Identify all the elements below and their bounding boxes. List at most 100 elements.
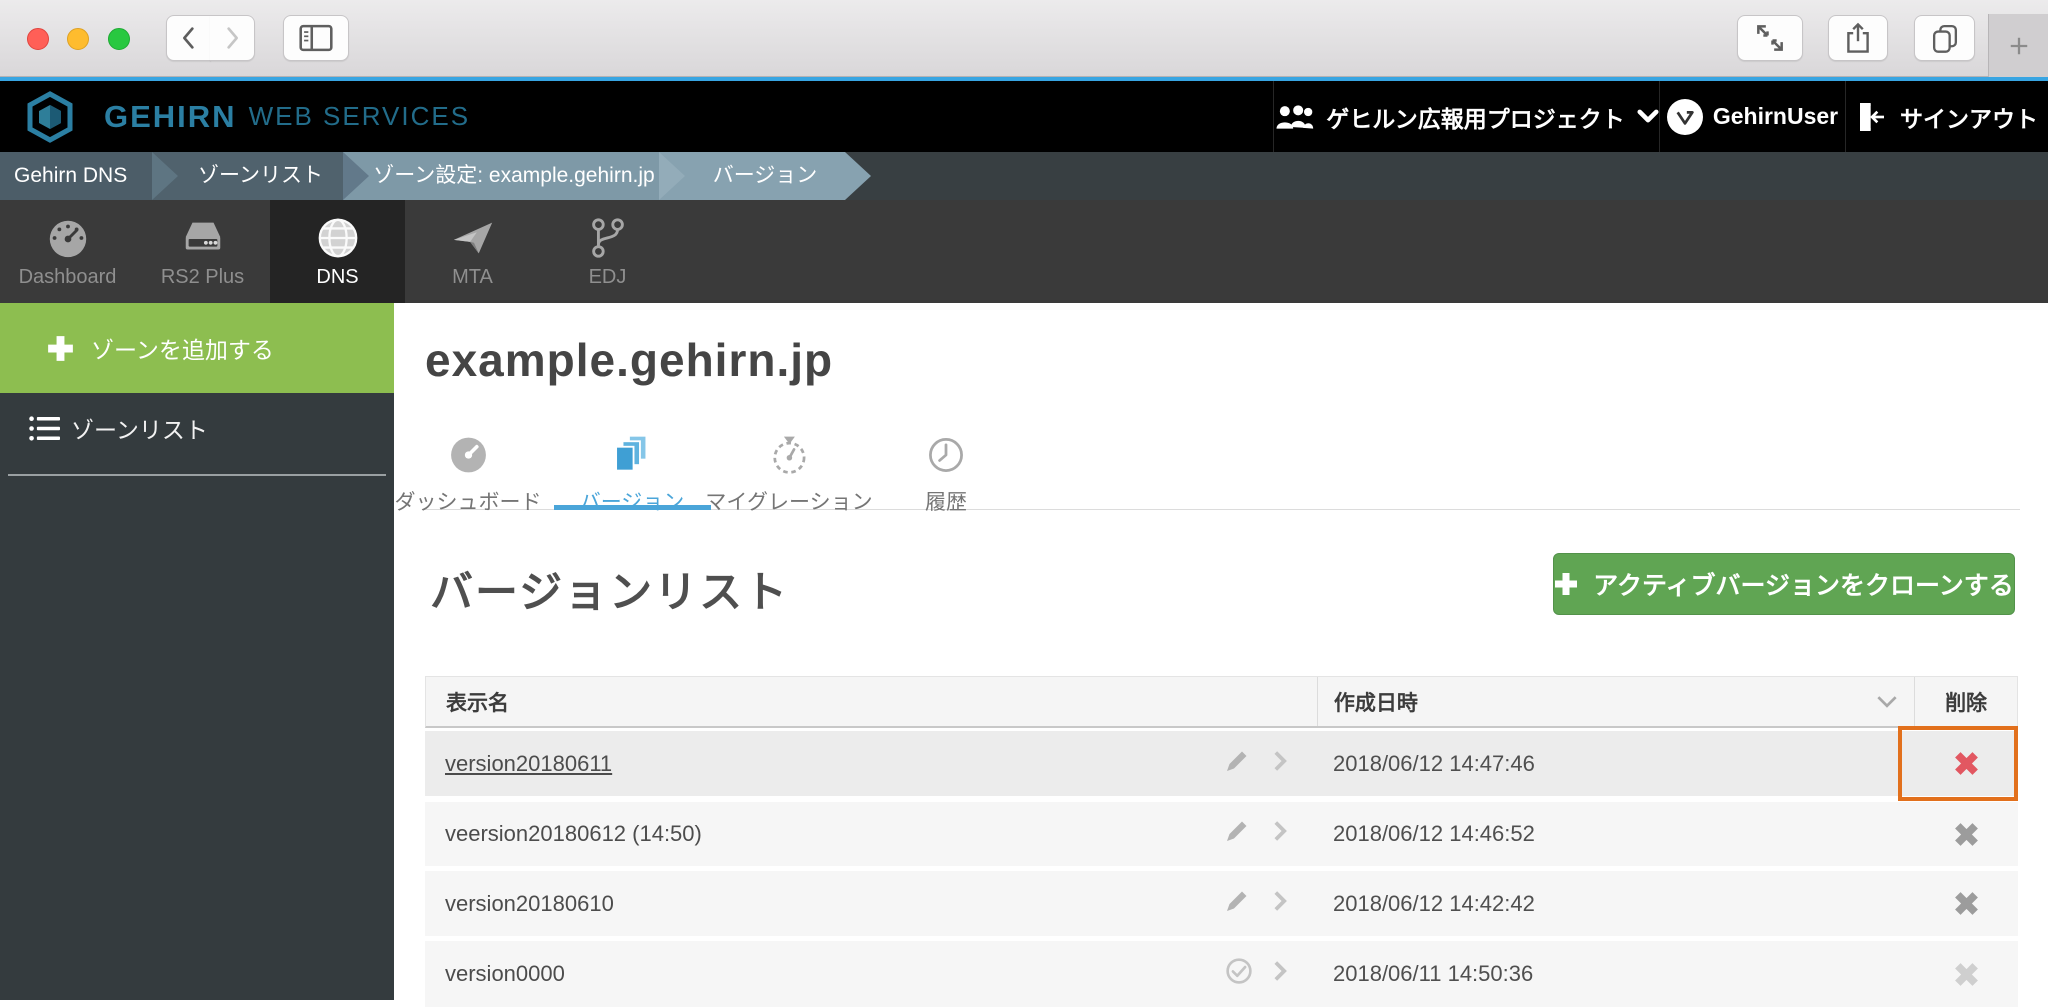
tab-history[interactable]: 履歴: [924, 433, 968, 516]
delete-x-icon: [1955, 752, 1978, 775]
chevron-right-icon[interactable]: [1273, 749, 1288, 779]
breadcrumb-gehirn-dns[interactable]: Gehirn DNS: [0, 152, 152, 200]
delete-button[interactable]: [1915, 871, 2018, 936]
tab-dashboard[interactable]: ダッシュボード: [395, 433, 542, 516]
active-check-circle-icon: [1225, 957, 1253, 991]
app-header: GEHIRN WEB SERVICES ゲヒルン広報用プロジェクト Gehirn…: [0, 81, 2048, 152]
service-mta[interactable]: MTA: [405, 200, 540, 303]
service-label: MTA: [452, 265, 493, 288]
add-zone-label: ゾーンを追加する: [91, 337, 274, 363]
list-icon: [29, 415, 60, 441]
edit-pencil-icon[interactable]: [1225, 819, 1249, 849]
forward-button[interactable]: [210, 15, 255, 61]
brand-logo[interactable]: GEHIRN WEB SERVICES: [26, 90, 471, 143]
share-button[interactable]: [1828, 15, 1888, 61]
edit-pencil-icon[interactable]: [1225, 749, 1249, 779]
column-header-created[interactable]: 作成日時: [1316, 677, 1914, 726]
project-name: ゲヒルン広報用プロジェクト: [1326, 105, 1625, 132]
breadcrumb: Gehirn DNS ゾーンリスト ゾーン設定: example.gehirn.…: [0, 152, 2048, 200]
breadcrumb-zone-list[interactable]: ゾーンリスト: [178, 152, 343, 200]
version-name-link[interactable]: version20180611: [445, 751, 612, 777]
clone-active-version-button[interactable]: アクティブバージョンをクローンする: [1553, 553, 2015, 615]
service-label: DNS: [316, 265, 359, 288]
tab-label: 履歴: [925, 491, 967, 514]
sidebar-toggle-button[interactable]: [283, 15, 349, 61]
minimize-icon[interactable]: [67, 28, 89, 50]
chevron-down-icon: [1637, 109, 1659, 123]
main-content: example.gehirn.jp ダッシュボード バージョン マイグレーション…: [394, 303, 2048, 1007]
project-selector[interactable]: ゲヒルン広報用プロジェクト: [1273, 81, 1659, 152]
sidebar-item-zone-list[interactable]: ゾーンリスト: [0, 403, 394, 453]
history-clock-icon: [929, 438, 963, 472]
back-icon: [182, 27, 194, 49]
gauge-icon: [49, 220, 86, 257]
sort-chevron-down-icon[interactable]: [1876, 695, 1898, 708]
breadcrumb-zone-settings[interactable]: ゾーン設定: example.gehirn.jp: [369, 152, 659, 200]
paper-plane-icon: [453, 222, 492, 253]
branch-icon: [591, 217, 624, 258]
breadcrumb-arrow-icon: [659, 152, 685, 200]
tab-label: マイグレーション: [705, 491, 873, 514]
version-name-link[interactable]: version20180610: [445, 891, 614, 917]
column-header-delete: 削除: [1914, 677, 2017, 726]
tab-label: バージョン: [579, 491, 685, 514]
close-icon[interactable]: [27, 28, 49, 50]
brand-suffix: WEB SERVICES: [248, 101, 471, 131]
versions-icon: [615, 434, 648, 472]
delete-x-icon: [1955, 962, 1978, 986]
delete-button[interactable]: [1915, 731, 2018, 796]
table-row: version20180610 2018/06/12 14:42:42: [425, 871, 2018, 936]
new-tab-icon: [2010, 37, 2027, 54]
globe-icon: [318, 218, 357, 257]
chevron-right-icon[interactable]: [1273, 959, 1288, 989]
version-name-link[interactable]: veersion20180612 (14:50): [445, 821, 702, 847]
new-tab-area[interactable]: [1988, 14, 2048, 77]
column-header-name: 表示名: [446, 691, 509, 715]
back-button[interactable]: [166, 15, 211, 61]
gauge-icon: [450, 437, 486, 473]
delete-x-icon: [1955, 892, 1978, 915]
tab-overview-button[interactable]: [1914, 15, 1975, 61]
tab-migration[interactable]: マイグレーション: [705, 433, 873, 516]
service-dashboard[interactable]: Dashboard: [0, 200, 135, 303]
zoom-icon[interactable]: [108, 28, 130, 50]
add-zone-button[interactable]: ゾーンを追加する: [0, 303, 394, 393]
created-timestamp: 2018/06/12 14:42:42: [1333, 890, 1535, 916]
version-name-link[interactable]: version0000: [445, 961, 565, 987]
tab-label: ダッシュボード: [394, 491, 542, 514]
sidebar: ゾーンを追加する ゾーンリスト: [0, 303, 394, 1000]
edit-pencil-icon[interactable]: [1225, 889, 1249, 919]
chevron-right-icon[interactable]: [1273, 819, 1288, 849]
zone-list-label: ゾーンリスト: [71, 417, 208, 443]
page-title: example.gehirn.jp: [425, 334, 834, 386]
gehirn-badge-icon: [1666, 98, 1703, 135]
column-header-created-label: 作成日時: [1333, 691, 1418, 715]
signout-button[interactable]: サインアウト: [1845, 81, 2048, 152]
fullscreen-button[interactable]: [1737, 15, 1803, 61]
table-header: 表示名 作成日時 削除: [425, 676, 2018, 728]
breadcrumb-version[interactable]: バージョン: [685, 152, 845, 200]
users-icon: [1276, 104, 1314, 129]
delete-x-icon: [1955, 822, 1978, 846]
breadcrumb-arrow-icon: [343, 152, 369, 200]
user-menu[interactable]: GehirnUser: [1659, 81, 1845, 152]
sidebar-divider: [8, 474, 386, 476]
service-edj[interactable]: EDJ: [540, 200, 675, 303]
chevron-right-icon[interactable]: [1273, 889, 1288, 919]
hexagon-logo-icon: [27, 90, 73, 143]
forward-icon: [227, 27, 238, 49]
service-toolbar: Dashboard RS2 Plus DNS MTA EDJ: [0, 200, 2048, 303]
service-rs2-plus[interactable]: RS2 Plus: [135, 200, 270, 303]
service-dns[interactable]: DNS: [270, 200, 405, 303]
table-row: version20180611 2018/06/12 14:47:46: [425, 726, 2018, 801]
server-icon: [185, 222, 220, 249]
tab-version[interactable]: バージョン: [579, 433, 685, 516]
service-label: EDJ: [588, 265, 627, 288]
table-row: version0000 2018/06/11 14:50:36: [425, 941, 2018, 1007]
signout-icon: [1860, 102, 1884, 131]
delete-button[interactable]: [1915, 802, 2018, 866]
browser-chrome: [0, 0, 2048, 77]
brand-name: GEHIRN: [104, 98, 237, 134]
service-label: RS2 Plus: [160, 265, 245, 288]
breadcrumb-arrow-icon: [845, 152, 871, 200]
